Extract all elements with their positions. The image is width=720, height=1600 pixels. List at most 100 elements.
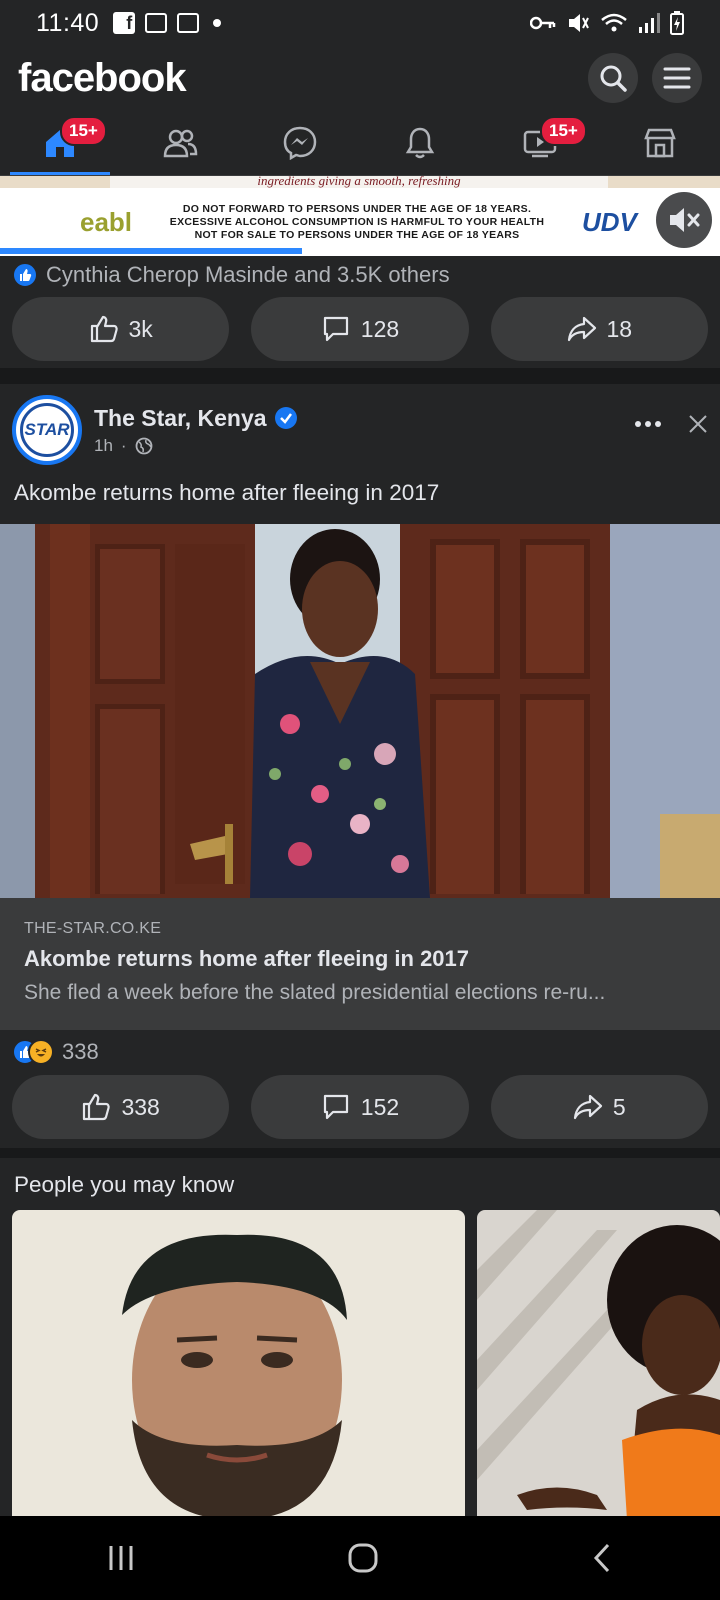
facebook-logo: facebook — [18, 55, 187, 100]
facebook-notification-icon: f — [113, 12, 136, 34]
udv-logo: UDV — [582, 206, 637, 237]
post-text: Akombe returns home after fleeing in 201… — [14, 480, 440, 505]
pymk-person-card[interactable] — [12, 1210, 465, 1520]
share-arrow-icon — [567, 316, 596, 342]
screen-cast-icon — [145, 13, 168, 33]
comment-icon — [323, 316, 348, 342]
post-photo[interactable] — [0, 524, 720, 898]
main-nav-tabs: 15+ 15+ — [0, 110, 720, 176]
reactions-summary-2[interactable]: 338 — [0, 1032, 720, 1072]
star-logo: STAR — [20, 403, 74, 457]
pymk-person-card-2[interactable] — [477, 1210, 720, 1520]
screen-cast-icon-2 — [177, 13, 200, 33]
marketplace-store-icon — [644, 128, 676, 157]
comment-button[interactable]: 128 — [251, 297, 469, 361]
tab-home[interactable]: 15+ — [0, 110, 120, 175]
status-bar: 11:40 f — [0, 0, 720, 46]
thumbs-up-icon — [83, 1093, 111, 1121]
recent-apps-icon[interactable] — [106, 1543, 136, 1573]
globe-public-icon — [135, 437, 152, 454]
post1-actions: 3k 128 18 — [0, 294, 720, 364]
tab-marketplace[interactable] — [600, 110, 720, 175]
haha-reaction-icon — [28, 1039, 54, 1065]
messenger-icon — [283, 126, 317, 160]
reaction-count: 338 — [62, 1039, 99, 1064]
app-header: facebook — [0, 46, 720, 110]
sponsored-ad-video[interactable]: eabl DO NOT FORWARD TO PERSONS UNDER THE… — [0, 188, 720, 256]
page-avatar[interactable]: STAR — [12, 395, 82, 465]
home-badge: 15+ — [60, 116, 107, 146]
hamburger-menu-icon — [663, 67, 691, 89]
post-card-1: Cynthia Cherop Masinde and 3.5K others 3… — [0, 256, 720, 368]
watch-badge: 15+ — [540, 116, 587, 146]
back-chevron-icon[interactable] — [590, 1542, 614, 1574]
post-subtitle: 1h · — [94, 436, 297, 456]
verified-badge-icon — [274, 407, 297, 429]
android-navigation-bar — [0, 1516, 720, 1600]
video-mute-button[interactable] — [656, 192, 712, 248]
home-circle-icon[interactable] — [347, 1542, 379, 1574]
person-photo-woman-orange — [477, 1210, 720, 1520]
friends-icon — [163, 129, 198, 157]
ad-warning-line3: NOT FOR SALE TO PERSONS UNDER THE AGE OF… — [194, 228, 520, 241]
comment-icon — [323, 1094, 348, 1120]
ad-warning: DO NOT FORWARD TO PERSONS UNDER THE AGE … — [162, 203, 552, 242]
like-reaction-icon — [12, 262, 38, 288]
mute-icon — [569, 14, 589, 32]
reactions-text: Cynthia Cherop Masinde and 3.5K others — [46, 262, 450, 287]
search-button[interactable] — [588, 53, 638, 103]
post-time[interactable]: 1h — [94, 436, 113, 456]
people-you-may-know: People you may know — [0, 1158, 720, 1520]
ad-video-top[interactable]: ingredients giving a smooth, refreshing — [0, 176, 720, 188]
signal-icon — [639, 13, 660, 33]
share-count: 5 — [612, 1093, 626, 1120]
comment-count: 152 — [360, 1093, 400, 1120]
share-count: 18 — [606, 315, 633, 342]
share-button[interactable]: 18 — [490, 297, 708, 361]
ad-top-text: ingredients giving a smooth, refreshing — [110, 176, 608, 188]
eabl-logo: eabl — [80, 207, 132, 238]
separator-dot: · — [120, 435, 127, 455]
tab-messenger[interactable] — [240, 110, 360, 175]
reactions-summary[interactable]: Cynthia Cherop Masinde and 3.5K others — [0, 256, 720, 294]
like-button[interactable]: 338 — [12, 1075, 230, 1139]
battery-charging-icon — [670, 11, 684, 35]
vpn-key-icon — [530, 16, 556, 30]
post-header: STAR The Star, Kenya 1h · — [0, 384, 720, 476]
post-card-2: STAR The Star, Kenya 1h · Akombe returns… — [0, 384, 720, 1148]
pymk-carousel[interactable] — [0, 1210, 720, 1520]
post2-actions: 338 152 5 — [0, 1072, 720, 1142]
more-options-icon[interactable] — [634, 420, 662, 428]
ad-warning-line1: DO NOT FORWARD TO PERSONS UNDER THE AGE … — [182, 202, 532, 215]
post-author-row: The Star, Kenya — [94, 405, 297, 432]
like-count: 3k — [128, 315, 153, 342]
comment-count: 128 — [360, 315, 400, 342]
more-notifications-dot-icon — [213, 19, 222, 27]
volume-muted-icon — [670, 208, 700, 232]
link-domain: THE-STAR.CO.KE — [24, 920, 162, 937]
share-button[interactable]: 5 — [490, 1075, 708, 1139]
thumbs-up-icon — [90, 315, 118, 343]
like-count: 338 — [121, 1093, 160, 1120]
ad-warning-line2: EXCESSIVE ALCOHOL CONSUMPTION IS HARMFUL… — [169, 215, 545, 228]
menu-button[interactable] — [652, 53, 702, 103]
like-button[interactable]: 3k — [12, 297, 230, 361]
video-progress-fill — [0, 248, 303, 254]
eabl-logo-text: eabl — [80, 206, 133, 237]
post-author[interactable]: The Star, Kenya — [94, 405, 267, 432]
tab-watch[interactable]: 15+ — [480, 110, 600, 175]
link-title: Akombe returns home after fleeing in 201… — [24, 946, 470, 971]
tab-friends[interactable] — [120, 110, 240, 175]
status-time: 11:40 — [36, 8, 100, 37]
link-description: She fled a week before the slated presid… — [24, 981, 606, 1004]
close-icon[interactable] — [688, 414, 708, 434]
video-progress-bar[interactable] — [0, 248, 720, 254]
person-photo-man-cap — [12, 1210, 465, 1520]
comment-button[interactable]: 152 — [251, 1075, 469, 1139]
tab-notifications[interactable] — [360, 110, 480, 175]
share-arrow-icon — [573, 1094, 603, 1120]
bell-icon — [405, 127, 435, 158]
photo-woman-at-door-image — [0, 524, 720, 898]
wifi-icon — [601, 13, 627, 32]
link-preview[interactable]: THE-STAR.CO.KE Akombe returns home after… — [0, 898, 720, 1030]
